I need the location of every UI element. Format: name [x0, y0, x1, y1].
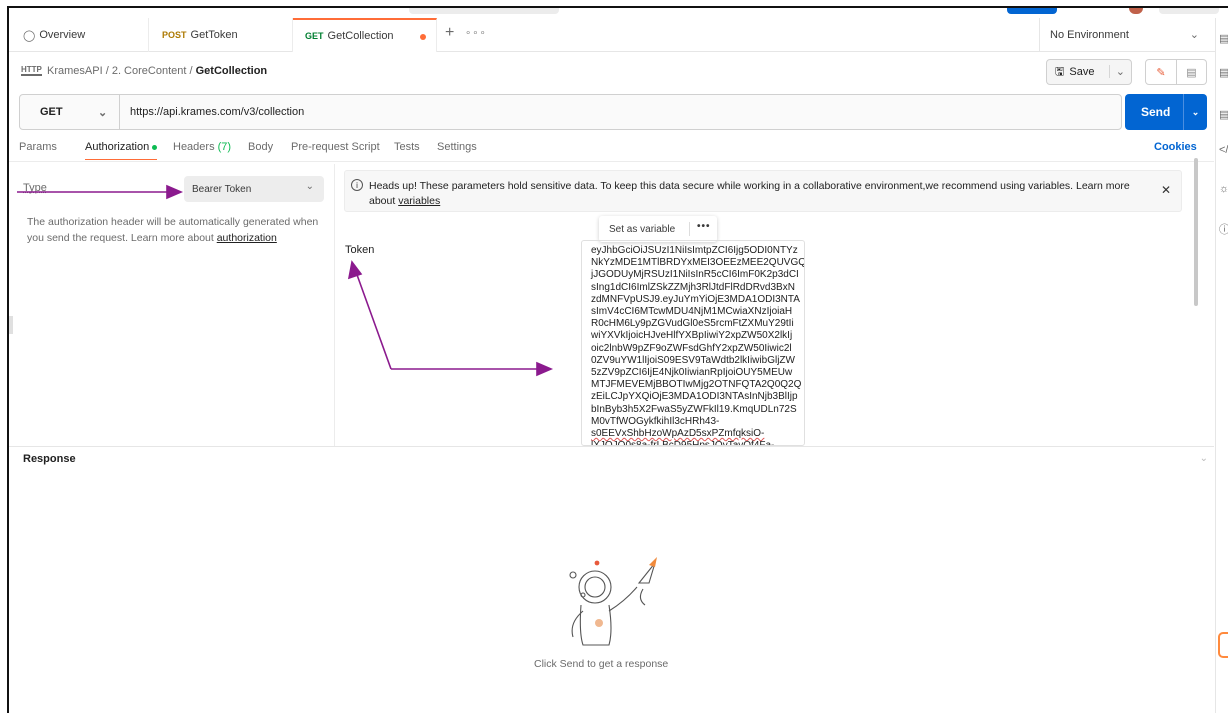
response-panel-header: Response ⌄	[9, 446, 1214, 470]
help-tab[interactable]	[1218, 632, 1228, 658]
badge-dot	[595, 619, 603, 627]
right-sidebar: ▤ ▤ ▤ </ ☼ ⓘ	[1215, 18, 1228, 713]
bulb-icon[interactable]: ☼	[1219, 183, 1228, 195]
app-window: ◯ Overview POST GetToken GET GetCollecti…	[7, 6, 1228, 713]
documentation-icon[interactable]: ▤	[1219, 66, 1228, 79]
arrow-token-head	[347, 260, 363, 280]
astronaut-illustration	[569, 557, 657, 646]
antenna-dot	[594, 560, 600, 566]
env-quicklook-icon[interactable]: ▤	[1219, 32, 1228, 45]
annotation-arrows-group	[17, 184, 554, 377]
sidebar-collapse-handle[interactable]	[9, 316, 13, 334]
response-label: Response	[23, 453, 76, 465]
arrow-token-line	[355, 271, 392, 370]
empty-response-message: Click Send to get a response	[534, 658, 669, 670]
annotation-arrows	[17, 184, 554, 377]
info-icon[interactable]: ⓘ	[1219, 221, 1228, 237]
comments-icon[interactable]: ▤	[1219, 108, 1228, 121]
arrow-type-head	[166, 184, 184, 200]
arrow-value-head	[536, 361, 554, 377]
rocket-flame	[649, 557, 657, 567]
astronaut-lines	[569, 562, 656, 646]
chevron-down-icon[interactable]: ⌄	[1200, 453, 1208, 464]
code-icon[interactable]: </	[1219, 144, 1228, 156]
